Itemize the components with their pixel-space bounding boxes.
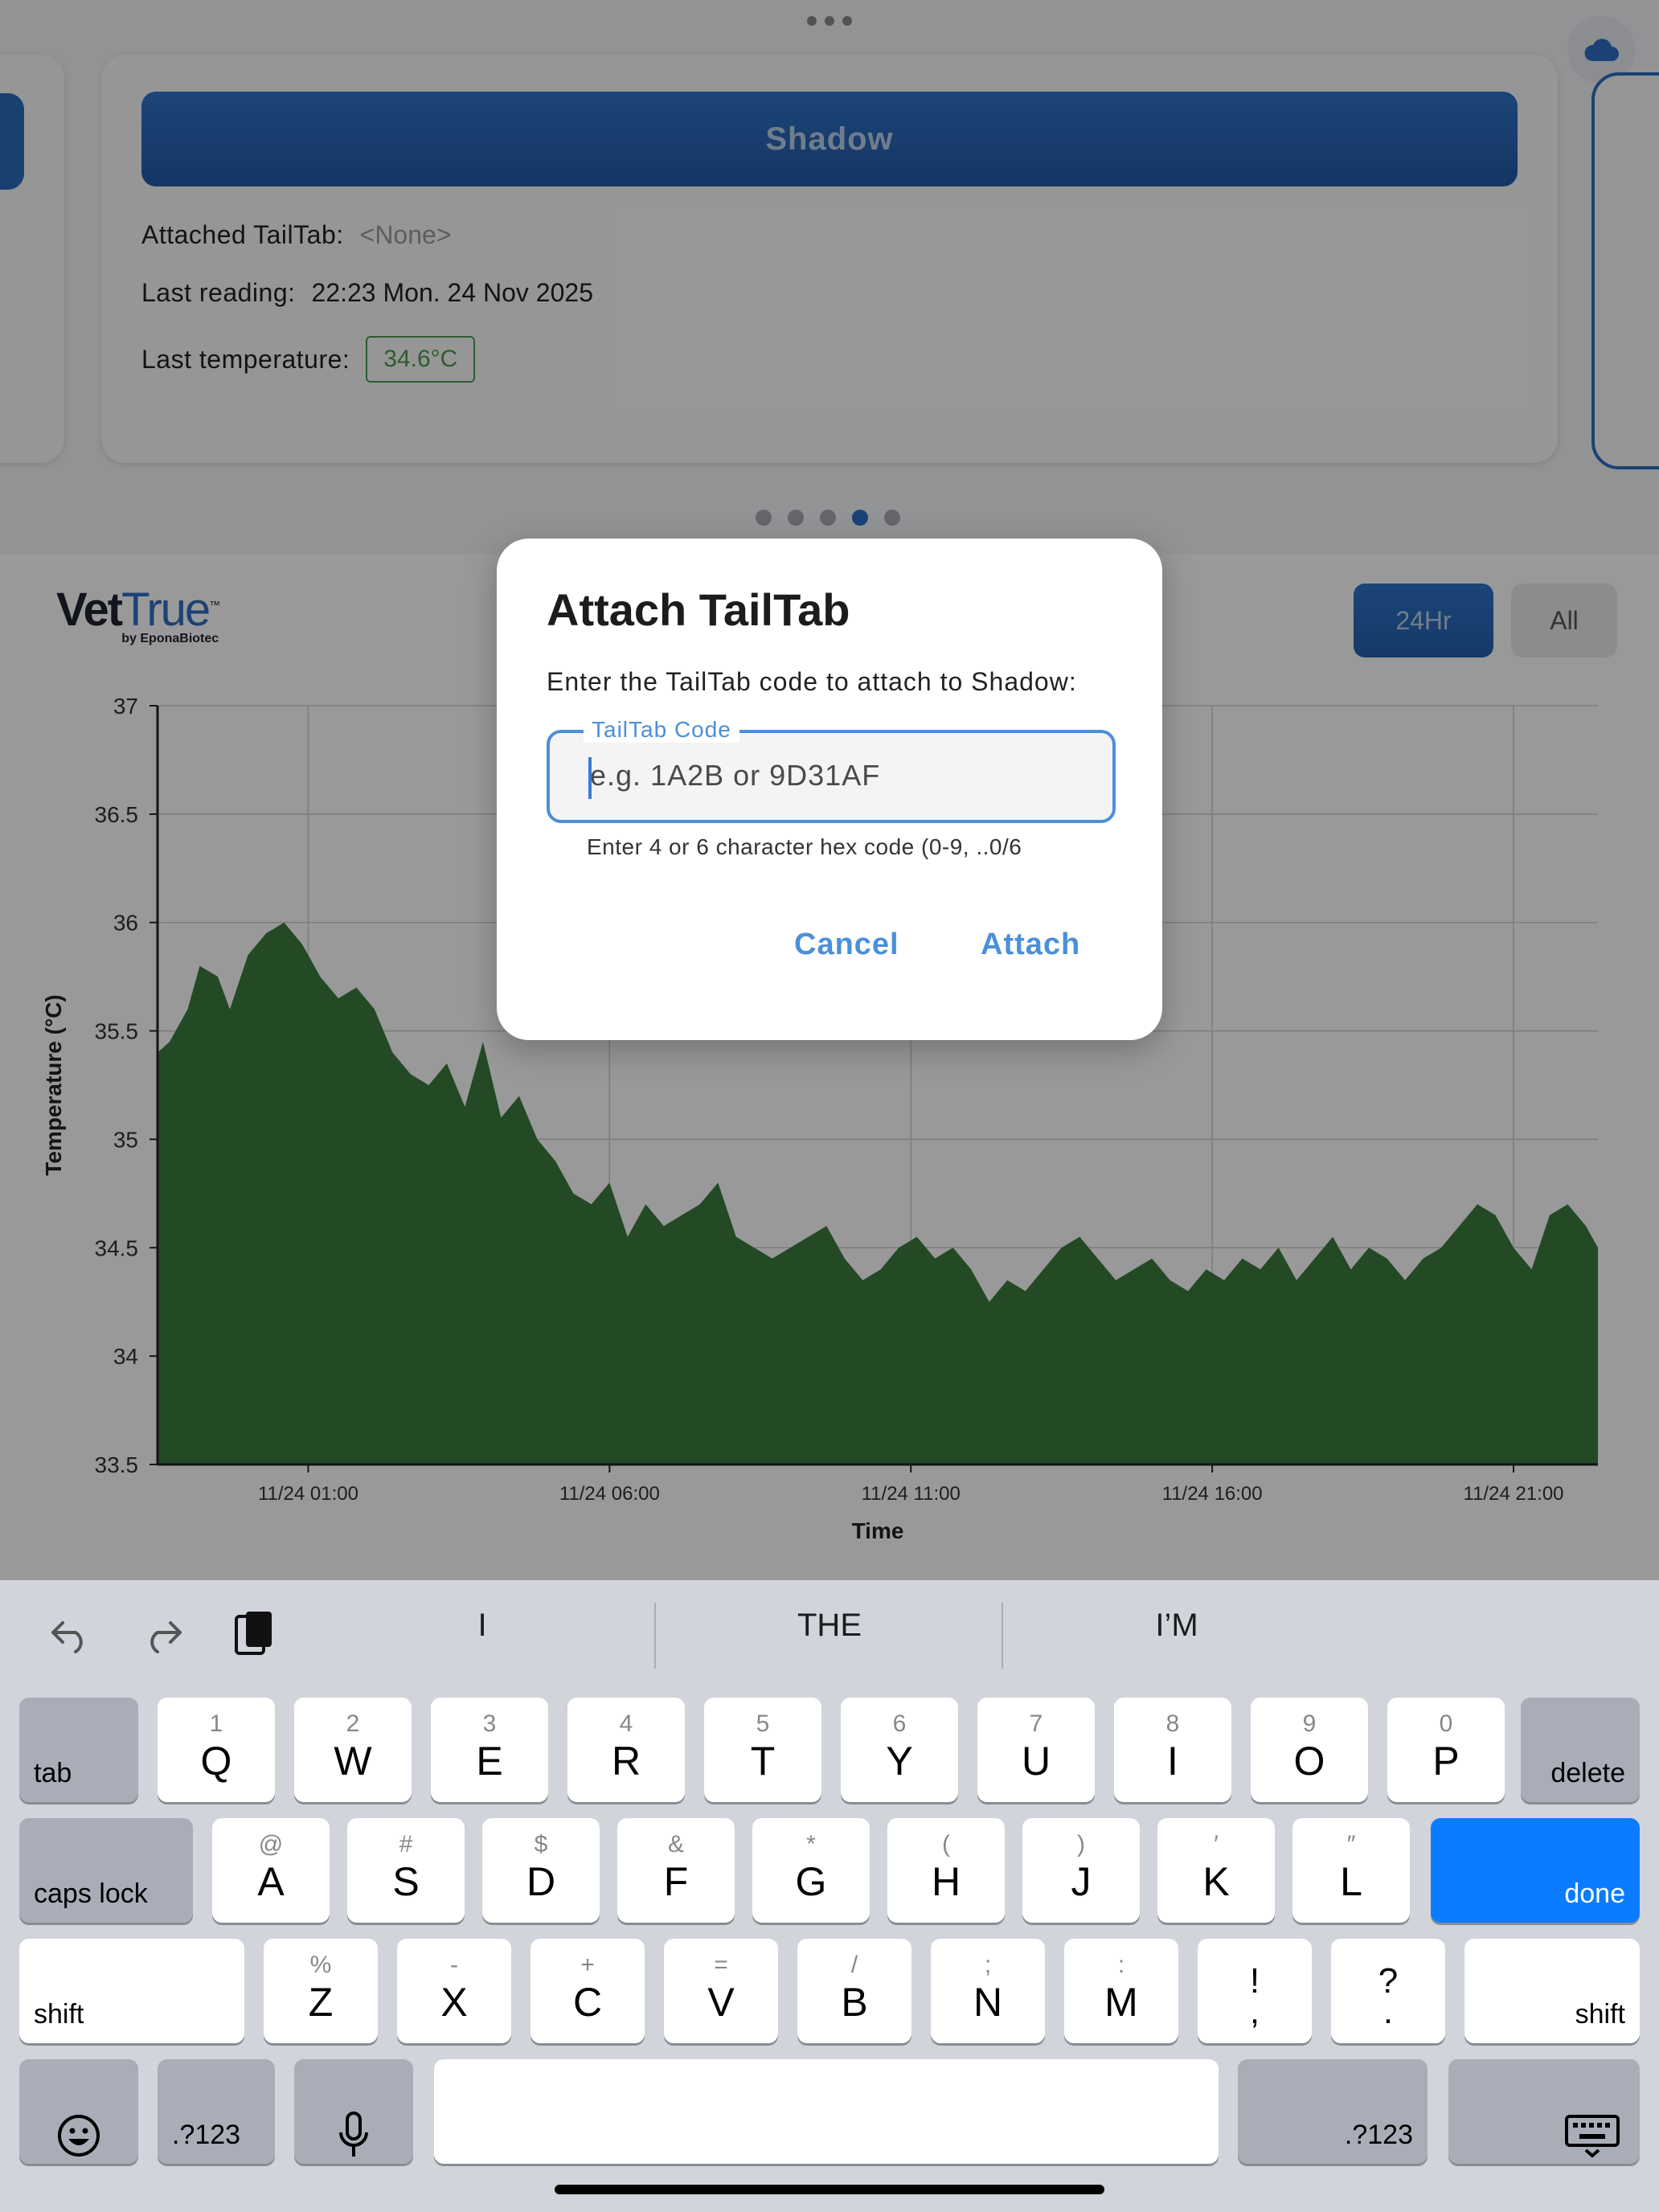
hide-keyboard-key[interactable]	[1448, 2059, 1640, 2164]
microphone-icon	[339, 2112, 368, 2157]
done-key[interactable]: done	[1431, 1818, 1640, 1923]
onscreen-keyboard: I THE I’M tab 1Q 2W 3E 4R 5T 6Y 7U 8I 9O…	[0, 1580, 1659, 2212]
shift-key-left[interactable]: shift	[19, 1939, 244, 2043]
key-s[interactable]: # S	[347, 1818, 465, 1923]
shift-key-right[interactable]: shift	[1464, 1939, 1640, 2043]
key-i[interactable]: 8I	[1114, 1698, 1231, 1802]
home-indicator[interactable]	[555, 2185, 1104, 2194]
key-h[interactable]: (H	[887, 1818, 1005, 1923]
tailtab-code-input[interactable]	[588, 752, 1074, 799]
key-c[interactable]: + C	[530, 1939, 645, 2043]
numbers-key-left[interactable]: .?123	[158, 2059, 275, 2164]
key-exclamation-comma[interactable]: !,	[1198, 1939, 1312, 2043]
key-g[interactable]: * G	[752, 1818, 870, 1923]
key-n[interactable]: ; N	[931, 1939, 1045, 2043]
key-f[interactable]: & F	[617, 1818, 735, 1923]
dictation-key[interactable]	[294, 2059, 413, 2164]
key-question-period[interactable]: ?.	[1331, 1939, 1445, 2043]
undo-button[interactable]	[45, 1606, 96, 1662]
delete-key[interactable]: delete	[1521, 1698, 1640, 1802]
numbers-key-right[interactable]: .?123	[1238, 2059, 1428, 2164]
emoji-key[interactable]	[19, 2059, 138, 2164]
key-j[interactable]: ) J	[1022, 1818, 1140, 1923]
space-key[interactable]	[434, 2059, 1219, 2164]
key-u[interactable]: 7U	[977, 1698, 1095, 1802]
redo-button[interactable]	[137, 1606, 188, 1662]
keyboard-toolbar: I THE I’M	[0, 1580, 1659, 1685]
key-l[interactable]: ″ L	[1292, 1818, 1410, 1923]
key-w[interactable]: 2W	[294, 1698, 412, 1802]
paste-button[interactable]	[228, 1606, 280, 1662]
emoji-icon	[58, 2115, 100, 2157]
suggestion-2[interactable]: THE	[661, 1608, 998, 1644]
key-d[interactable]: $ D	[482, 1818, 600, 1923]
key-v[interactable]: = V	[664, 1939, 778, 2043]
key-b[interactable]: / B	[797, 1939, 911, 2043]
dialog-message: Enter the TailTab code to attach to Shad…	[547, 667, 1077, 696]
text-caret	[588, 757, 592, 799]
key-z[interactable]: % Z	[264, 1939, 378, 2043]
tailtab-code-label: TailTab Code	[584, 717, 739, 743]
key-a[interactable]: @ A	[212, 1818, 330, 1923]
key-q[interactable]: 1Q	[158, 1698, 275, 1802]
key-r[interactable]: 4R	[567, 1698, 685, 1802]
tailtab-code-helper: Enter 4 or 6 character hex code (0-9, ..…	[587, 834, 1022, 859]
key-m[interactable]: :M	[1064, 1939, 1178, 2043]
key-y[interactable]: 6Y	[841, 1698, 958, 1802]
tailtab-code-field[interactable]: TailTab Code	[547, 717, 1116, 823]
suggestion-1[interactable]: I	[313, 1608, 651, 1644]
redo-icon	[150, 1621, 182, 1653]
undo-icon	[51, 1621, 83, 1653]
key-p[interactable]: 0P	[1387, 1698, 1505, 1802]
key-k[interactable]: ′ K	[1157, 1818, 1275, 1923]
dialog-title: Attach TailTab	[547, 584, 850, 635]
tab-key[interactable]: tab	[19, 1698, 138, 1802]
caps-lock-key[interactable]: caps lock	[19, 1818, 193, 1923]
keyboard-dismiss-icon	[1565, 2115, 1620, 2158]
cancel-button[interactable]: Cancel	[794, 928, 899, 962]
attach-tailtab-dialog: Attach TailTab Enter the TailTab code to…	[497, 539, 1162, 1040]
key-x[interactable]: -X	[397, 1939, 511, 2043]
key-o[interactable]: 9O	[1251, 1698, 1368, 1802]
key-t[interactable]: 5T	[704, 1698, 821, 1802]
key-e[interactable]: 3E	[431, 1698, 548, 1802]
suggestion-3[interactable]: I’M	[1008, 1608, 1346, 1644]
clipboard-icon	[235, 1612, 272, 1655]
attach-button[interactable]: Attach	[981, 928, 1080, 962]
